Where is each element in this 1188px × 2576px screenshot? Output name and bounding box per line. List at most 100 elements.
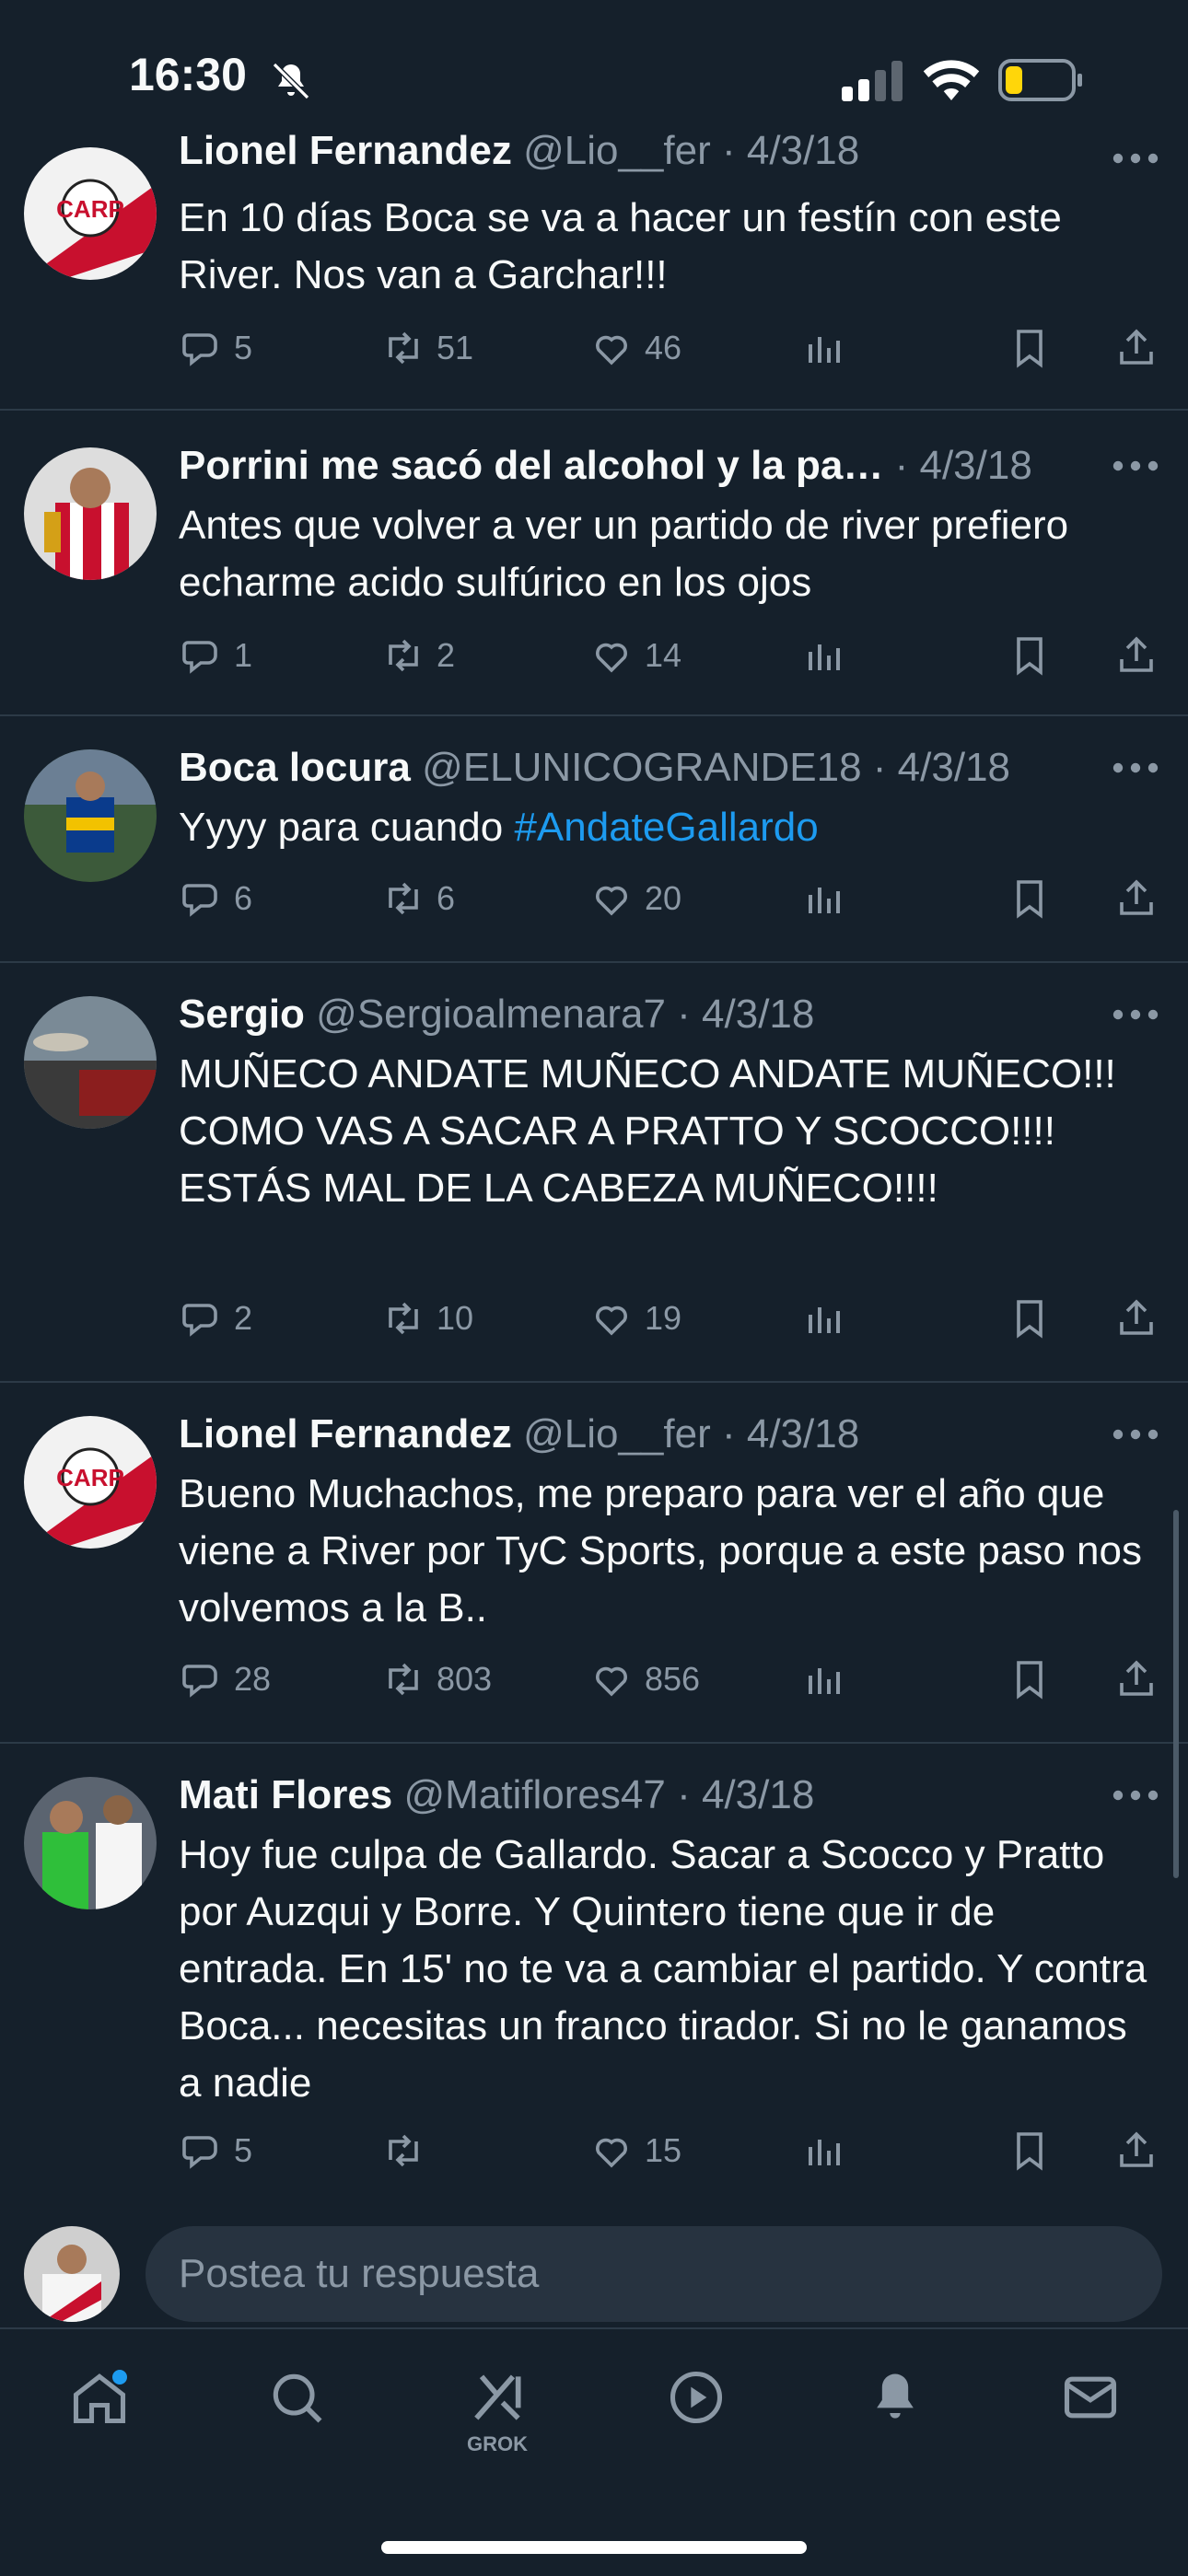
more-icon[interactable] [1111, 1425, 1160, 1444]
retweet-button[interactable]: 803 [381, 1652, 492, 1707]
tab-home[interactable] [53, 2366, 146, 2467]
tweet-date[interactable]: 4/3/18 [898, 745, 1010, 790]
avatar[interactable] [24, 749, 157, 882]
retweet-icon [389, 882, 418, 915]
tab-search[interactable] [250, 2366, 343, 2467]
mail-icon [1064, 2376, 1117, 2419]
like-count: 14 [645, 636, 682, 674]
reply-thread[interactable]: CARP Lionel Fernandez @Lio__fer · 4/3/18… [0, 128, 1188, 2208]
tweet[interactable]: CARP Lionel Fernandez @Lio__fer · 4/3/18… [0, 128, 1188, 411]
avatar[interactable] [24, 447, 157, 580]
tweet-date[interactable]: 4/3/18 [702, 992, 814, 1037]
author-name[interactable]: Lionel Fernandez [179, 1411, 512, 1456]
author-handle[interactable]: @ELUNICOGRANDE18 [422, 745, 861, 790]
reply-count: 28 [234, 1660, 272, 1698]
share-button[interactable] [1114, 1291, 1170, 1346]
tab-video[interactable] [650, 2366, 742, 2467]
reply-button[interactable]: 5 [179, 2123, 252, 2178]
retweet-button[interactable] [381, 2123, 437, 2178]
like-button[interactable]: 856 [589, 1652, 700, 1707]
like-button[interactable]: 20 [589, 871, 681, 926]
share-button[interactable] [1114, 1652, 1170, 1707]
author-handle[interactable]: @Matiflores47 [404, 1772, 666, 1817]
views-button[interactable] [801, 2123, 856, 2178]
scrollbar[interactable] [1173, 1510, 1179, 1878]
bookmark-button[interactable] [1007, 320, 1063, 376]
author-handle[interactable]: @Lio__fer [523, 128, 711, 173]
avatar[interactable] [24, 996, 157, 1129]
reply-button[interactable]: 5 [179, 320, 252, 376]
tab-grok[interactable]: GROK [451, 2366, 543, 2467]
author-handle[interactable]: @Lio__fer [523, 1411, 711, 1456]
author-name[interactable]: Porrini me sacó del alcohol y la pa… [179, 443, 883, 488]
reply-button[interactable]: 2 [179, 1291, 252, 1346]
views-button[interactable] [801, 320, 856, 376]
tweet-date[interactable]: 4/3/18 [747, 1411, 859, 1456]
bookmark-button[interactable] [1007, 871, 1063, 926]
reply-button[interactable]: 1 [179, 628, 252, 683]
share-icon [1120, 2131, 1153, 2167]
svg-text:CARP: CARP [56, 1464, 124, 1491]
bookmark-button[interactable] [1007, 1652, 1063, 1707]
share-button[interactable] [1114, 2123, 1170, 2178]
author-name[interactable]: Boca locura [179, 745, 411, 790]
like-button[interactable]: 15 [589, 2123, 681, 2178]
author-handle[interactable]: @Sergioalmenara7 [316, 992, 666, 1037]
retweet-button[interactable]: 6 [381, 871, 455, 926]
home-indicator[interactable] [381, 2541, 807, 2554]
retweet-button[interactable]: 10 [381, 1291, 473, 1346]
tweet[interactable]: Porrini me sacó del alcohol y la pa… · 4… [0, 411, 1188, 716]
tweet[interactable]: Boca locura @ELUNICOGRANDE18 · 4/3/18 Yy… [0, 716, 1188, 963]
tweet-separator: · [665, 1772, 702, 1817]
bookmark-button[interactable] [1007, 2123, 1063, 2178]
more-icon[interactable] [1111, 149, 1160, 168]
like-count: 19 [645, 1299, 682, 1337]
avatar[interactable]: CARP [24, 147, 157, 280]
more-icon[interactable] [1111, 759, 1160, 777]
tweet-date[interactable]: 4/3/18 [919, 443, 1031, 488]
views-icon [809, 644, 840, 670]
tweet[interactable]: Mati Flores @Matiflores47 · 4/3/18 Hoy f… [0, 1744, 1188, 2208]
views-icon [809, 2140, 840, 2165]
like-button[interactable]: 46 [589, 320, 681, 376]
avatar[interactable] [24, 2226, 120, 2322]
views-icon [809, 888, 840, 913]
views-button[interactable] [801, 628, 856, 683]
author-name[interactable]: Sergio [179, 992, 305, 1037]
hashtag-link[interactable]: #AndateGallardo [514, 805, 818, 850]
bookmark-icon [1017, 330, 1042, 368]
avatar[interactable]: CARP [24, 1416, 157, 1549]
share-button[interactable] [1114, 628, 1170, 683]
play-icon [670, 2371, 723, 2424]
share-button[interactable] [1114, 320, 1170, 376]
reply-input[interactable] [146, 2226, 1162, 2322]
reply-button[interactable]: 28 [179, 1652, 271, 1707]
tweet[interactable]: CARP Lionel Fernandez @Lio__fer · 4/3/18… [0, 1383, 1188, 1744]
tweet-header: Lionel Fernandez @Lio__fer · 4/3/18 [179, 1407, 1096, 1462]
avatar[interactable] [24, 1777, 157, 1909]
retweet-button[interactable]: 51 [381, 320, 473, 376]
bookmark-button[interactable] [1007, 1291, 1063, 1346]
tab-messages[interactable] [1044, 2366, 1136, 2467]
tweet-date[interactable]: 4/3/18 [702, 1772, 814, 1817]
retweet-icon [389, 1663, 418, 1696]
reply-button[interactable]: 6 [179, 871, 252, 926]
bookmark-button[interactable] [1007, 628, 1063, 683]
views-button[interactable] [801, 1652, 856, 1707]
more-icon[interactable] [1111, 457, 1160, 475]
like-button[interactable]: 14 [589, 628, 681, 683]
tweet[interactable]: Sergio @Sergioalmenara7 · 4/3/18 MUÑECO … [0, 963, 1188, 1383]
tweet-text: Yyyy para cuando #AndateGallardo [179, 799, 1151, 856]
like-icon [596, 643, 627, 673]
author-name[interactable]: Mati Flores [179, 1772, 392, 1817]
tab-notifications[interactable] [849, 2366, 941, 2467]
views-button[interactable] [801, 871, 856, 926]
share-button[interactable] [1114, 871, 1170, 926]
retweet-button[interactable]: 2 [381, 628, 455, 683]
views-button[interactable] [801, 1291, 856, 1346]
tweet-date[interactable]: 4/3/18 [747, 128, 859, 173]
more-icon[interactable] [1111, 1005, 1160, 1024]
author-name[interactable]: Lionel Fernandez [179, 128, 512, 173]
like-button[interactable]: 19 [589, 1291, 681, 1346]
more-icon[interactable] [1111, 1786, 1160, 1804]
